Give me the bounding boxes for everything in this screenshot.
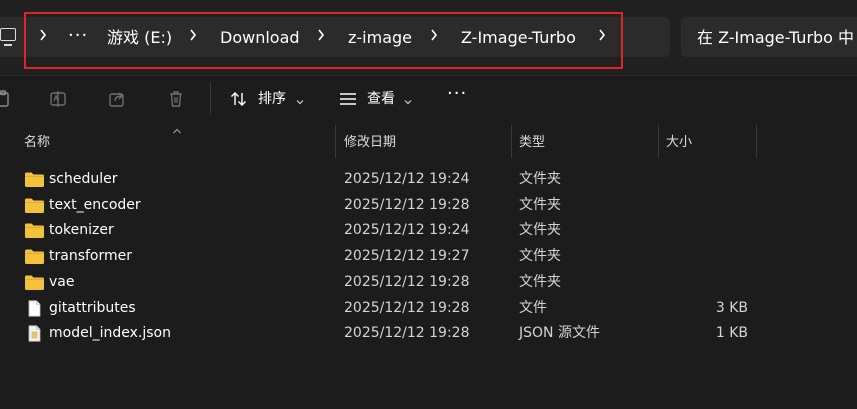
file-row[interactable]: transformer 2025/12/12 19:27 文件夹 [0, 244, 857, 269]
paste-icon[interactable] [0, 89, 14, 109]
file-size: 3 KB [715, 300, 748, 316]
column-divider[interactable] [756, 125, 757, 158]
file-type: 文件夹 [519, 171, 561, 187]
column-header-modified[interactable]: 修改日期 [344, 135, 396, 151]
file-type: 文件夹 [519, 222, 561, 238]
folder-icon [24, 274, 45, 291]
column-divider[interactable] [658, 125, 659, 158]
more-options-button[interactable]: ··· [447, 85, 467, 103]
column-divider[interactable] [511, 125, 512, 158]
file-type: 文件夹 [519, 274, 561, 290]
file-name[interactable]: scheduler [49, 171, 118, 188]
file-type: 文件 [519, 300, 547, 316]
column-header-size[interactable]: 大小 [666, 135, 692, 151]
file-name[interactable]: transformer [49, 248, 132, 265]
file-type: 文件夹 [519, 248, 561, 264]
file-row[interactable]: vae 2025/12/12 19:28 文件夹 [0, 270, 857, 295]
file-type: 文件夹 [519, 197, 561, 213]
file-row[interactable]: gitattributes 2025/12/12 19:28 文件 3 KB [0, 296, 857, 321]
file-modified: 2025/12/12 19:24 [344, 222, 470, 238]
view-button[interactable]: 查看 [367, 90, 395, 108]
file-modified: 2025/12/12 19:24 [344, 171, 470, 187]
sort-icon[interactable] [229, 89, 249, 109]
share-icon[interactable] [107, 89, 127, 109]
folder-icon [24, 248, 45, 265]
column-header-row [0, 125, 857, 158]
sort-ascending-icon [172, 123, 182, 134]
command-bar [0, 75, 857, 125]
chevron-down-icon[interactable] [296, 94, 304, 105]
file-row[interactable]: tokenizer 2025/12/12 19:24 文件夹 [0, 218, 857, 243]
toolbar-divider [210, 82, 211, 114]
this-pc-icon[interactable] [0, 28, 16, 46]
search-placeholder[interactable]: 在 Z-Image-Turbo 中 [697, 28, 854, 48]
file-name[interactable]: model_index.json [49, 325, 171, 342]
file-name[interactable]: vae [49, 274, 74, 291]
delete-icon[interactable] [166, 89, 186, 109]
folder-icon [24, 222, 45, 239]
rename-icon[interactable] [49, 89, 69, 109]
file-row[interactable]: model_index.json 2025/12/12 19:28 JSON 源… [0, 321, 857, 346]
column-divider[interactable] [335, 125, 336, 158]
file-type: JSON 源文件 [519, 325, 600, 341]
file-row[interactable]: text_encoder 2025/12/12 19:28 文件夹 [0, 193, 857, 218]
file-modified: 2025/12/12 19:27 [344, 248, 470, 264]
address-highlight-box [24, 12, 623, 69]
file-size: 1 KB [715, 325, 748, 341]
sort-button[interactable]: 排序 [258, 90, 286, 108]
json-file-icon [24, 325, 45, 342]
file-modified: 2025/12/12 19:28 [344, 325, 470, 341]
folder-icon [24, 171, 45, 188]
file-modified: 2025/12/12 19:28 [344, 300, 470, 316]
chevron-down-icon[interactable] [404, 94, 412, 105]
file-modified: 2025/12/12 19:28 [344, 274, 470, 290]
file-name[interactable]: gitattributes [49, 300, 136, 317]
file-name[interactable]: text_encoder [49, 197, 141, 214]
file-icon [24, 300, 45, 317]
folder-icon [24, 197, 45, 214]
view-icon[interactable] [338, 89, 358, 109]
file-row[interactable]: scheduler 2025/12/12 19:24 文件夹 [0, 167, 857, 192]
column-header-type[interactable]: 类型 [519, 135, 545, 151]
file-name[interactable]: tokenizer [49, 222, 114, 239]
file-modified: 2025/12/12 19:28 [344, 197, 470, 213]
column-header-name[interactable]: 名称 [24, 135, 50, 151]
